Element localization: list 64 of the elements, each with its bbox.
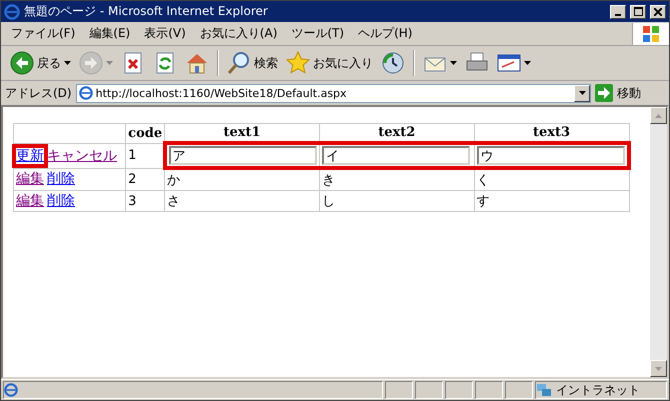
- column-header: text2: [320, 124, 474, 143]
- minimize-icon: [615, 14, 621, 16]
- menu-item[interactable]: 表示(V): [137, 25, 193, 42]
- row-link[interactable]: 削除: [47, 171, 75, 188]
- clock-icon: [381, 51, 405, 75]
- close-icon: [654, 8, 662, 16]
- column-header: code: [126, 124, 165, 143]
- menu-item[interactable]: 編集(E): [82, 25, 138, 42]
- home-icon: [185, 51, 209, 75]
- caret-icon: [64, 61, 71, 65]
- go-arrow-icon: [595, 84, 613, 102]
- table-cell: す: [474, 190, 629, 212]
- table-cell: し: [320, 190, 474, 212]
- input-field[interactable]: ウ: [476, 146, 625, 165]
- caret-icon: [524, 61, 531, 65]
- table-cell: 2: [126, 168, 165, 190]
- favorites-button[interactable]: お気に入り: [283, 49, 376, 77]
- input-field[interactable]: イ: [322, 146, 470, 165]
- row-link[interactable]: キャンセル: [47, 148, 117, 164]
- minimize-button[interactable]: [610, 4, 626, 18]
- search-icon: [227, 51, 251, 75]
- caret-icon: [450, 61, 457, 65]
- row-link[interactable]: 削除: [47, 193, 75, 209]
- down-arrow-icon: [655, 366, 662, 370]
- input-field[interactable]: ア: [168, 146, 317, 165]
- browser-logo-icon: [78, 86, 93, 100]
- column-header: text3: [474, 124, 629, 143]
- caret-icon: [106, 61, 113, 65]
- table-cell: く: [474, 168, 629, 190]
- status-panel: [475, 381, 503, 399]
- star-icon: [286, 51, 310, 75]
- status-panel: [385, 381, 413, 399]
- dropdown-arrow-icon: [578, 91, 586, 95]
- menu-item[interactable]: ヘルプ(H): [351, 25, 420, 42]
- network-icon: [536, 383, 552, 397]
- status-panel: [505, 381, 533, 399]
- address-field[interactable]: http://localhost:1160/WebSite18/Default.aspx: [76, 84, 591, 102]
- close-button[interactable]: [650, 4, 666, 18]
- menu-item[interactable]: ツール(T): [284, 25, 352, 42]
- table-cell: き: [320, 168, 474, 190]
- back-button[interactable]: 戻る: [7, 49, 74, 77]
- scroll-down-button[interactable]: [650, 360, 667, 377]
- address-label: アドレス(D): [5, 84, 72, 102]
- menu-item[interactable]: お気に入り(A): [192, 25, 284, 42]
- go-button[interactable]: 移動: [595, 84, 641, 102]
- search-button[interactable]: 検索: [224, 49, 281, 77]
- status-panel: [445, 381, 473, 399]
- zone-label: イントラネット: [556, 382, 640, 398]
- column-header: text1: [164, 124, 320, 143]
- table-cell: 3: [126, 190, 165, 212]
- windows-flag-icon: [641, 24, 661, 42]
- scroll-up-button[interactable]: [650, 107, 667, 124]
- row-link[interactable]: 編集: [16, 171, 44, 188]
- status-panel: [415, 381, 443, 399]
- browser-logo-icon: [4, 383, 18, 397]
- table-cell: か: [164, 168, 320, 190]
- maximize-button[interactable]: [630, 4, 646, 18]
- table-cell: さ: [164, 190, 320, 212]
- menu-item[interactable]: ファイル(F): [4, 25, 82, 42]
- window-title: 無題のページ - Microsoft Internet Explorer: [24, 3, 269, 20]
- row-link[interactable]: 編集: [16, 193, 44, 209]
- up-arrow-icon: [655, 114, 662, 118]
- maximize-icon: [634, 7, 642, 16]
- browser-logo-icon: [4, 4, 20, 20]
